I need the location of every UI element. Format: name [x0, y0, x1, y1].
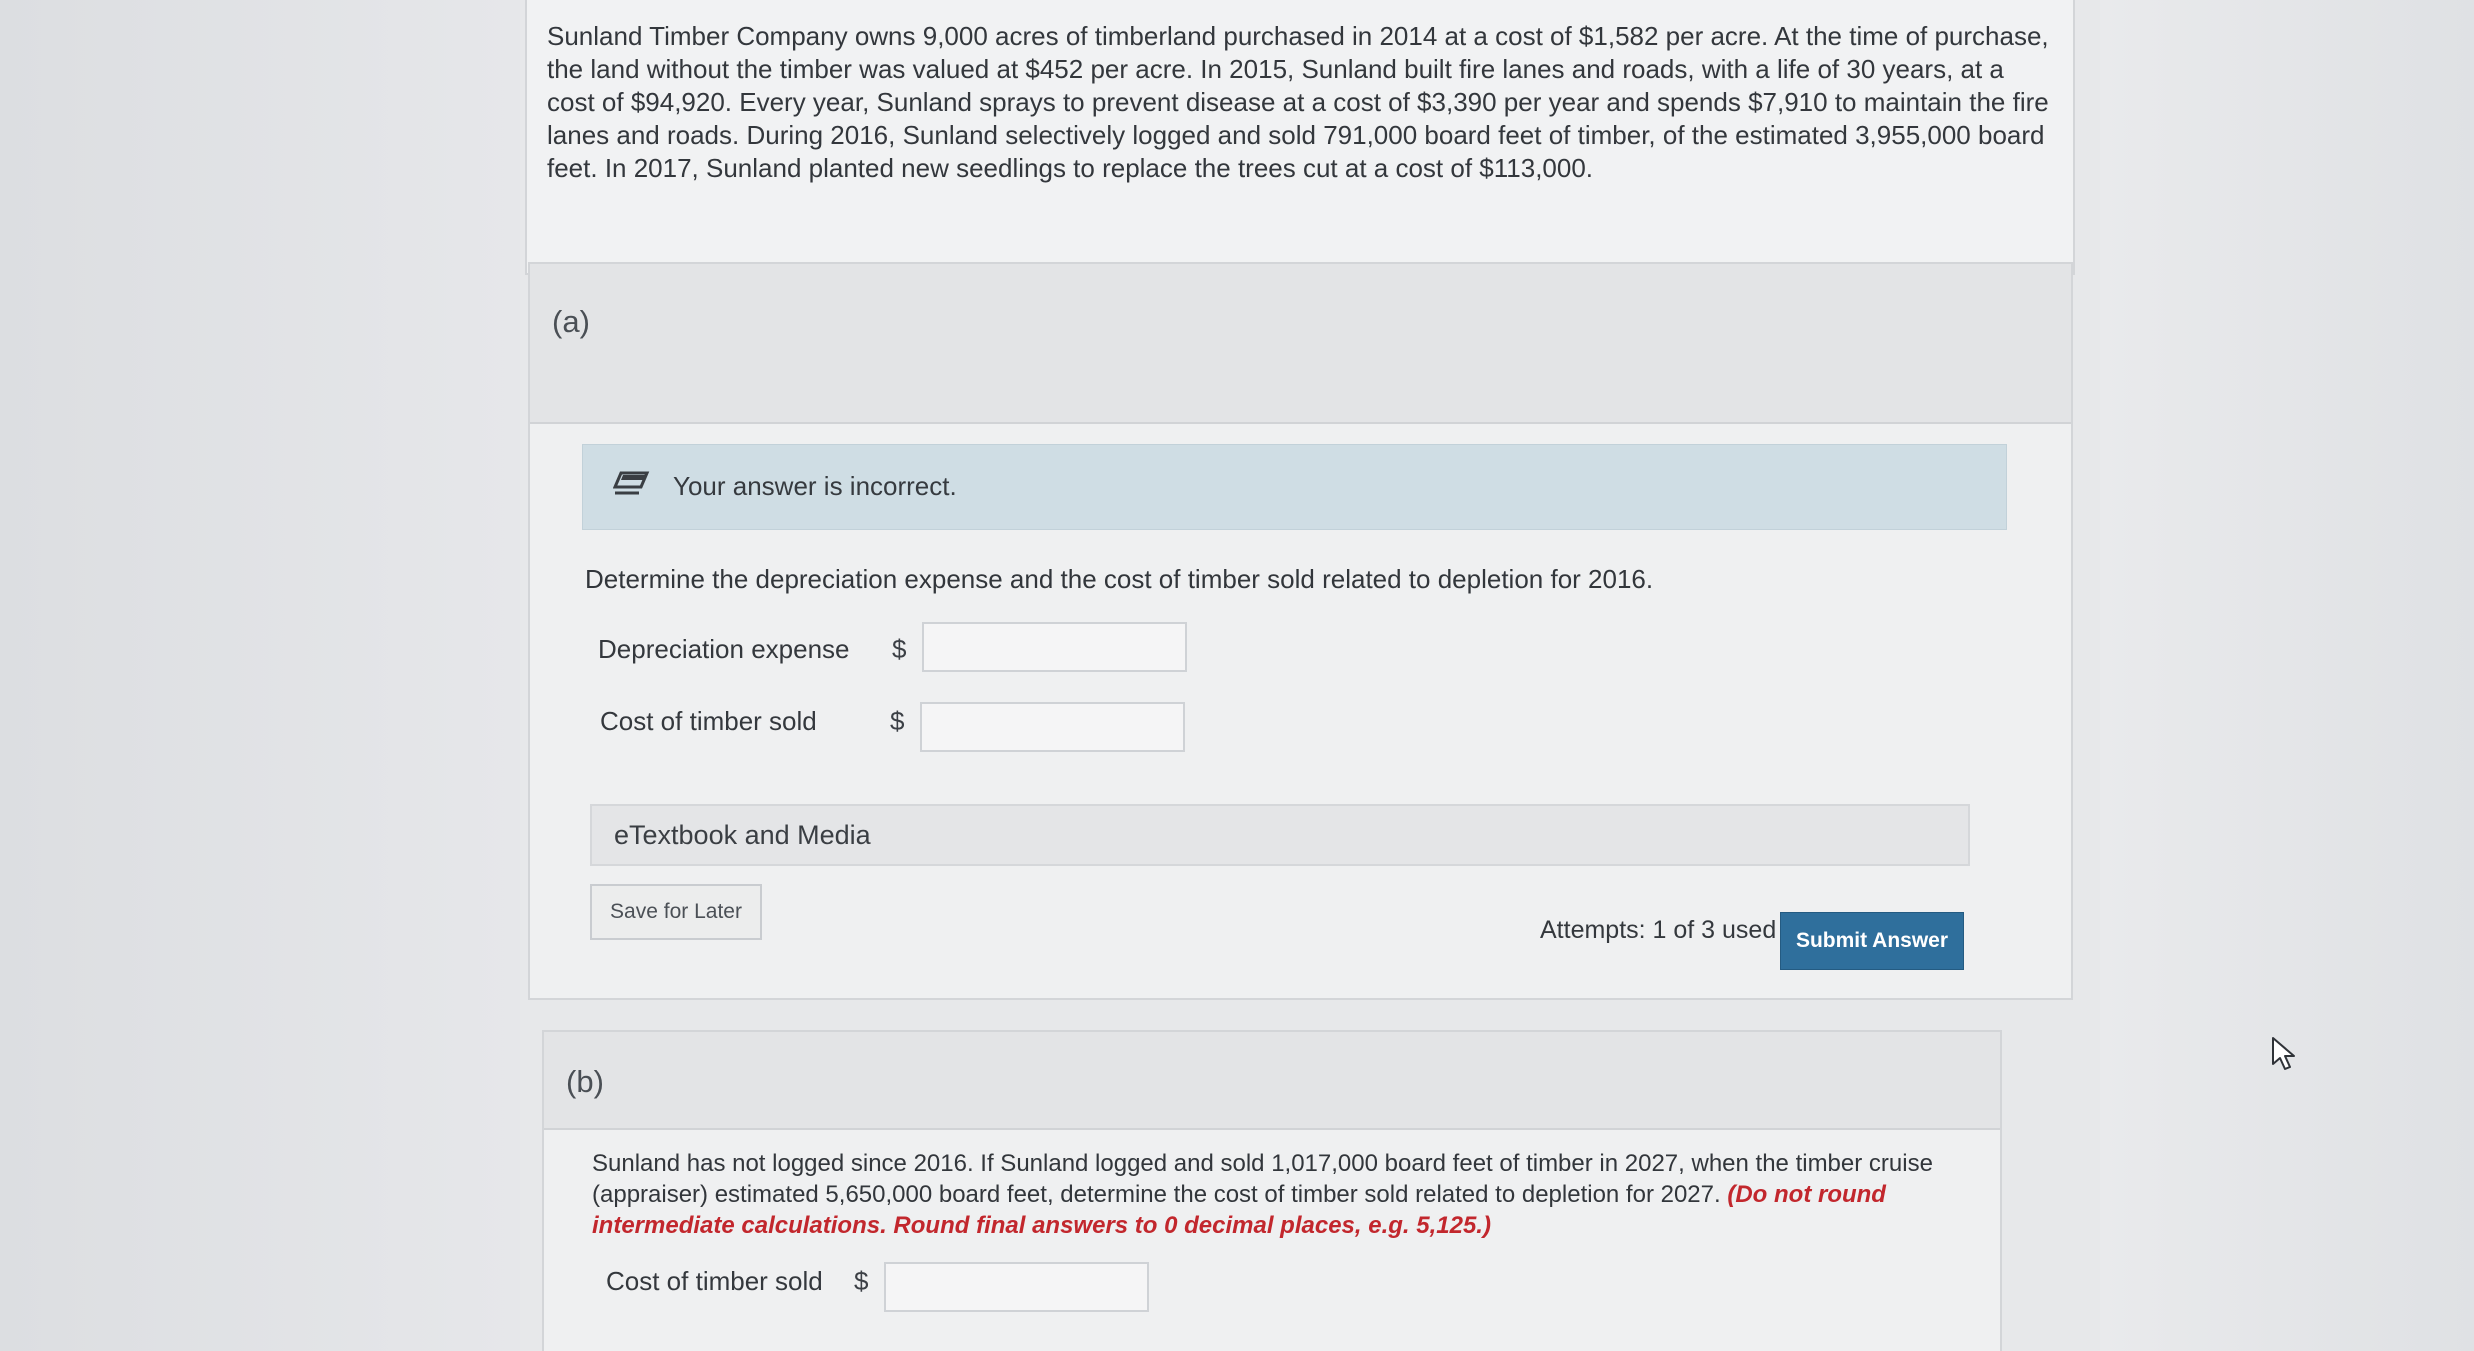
page-background-right — [2100, 0, 2474, 1351]
part-a-header: (a) — [530, 264, 2071, 424]
part-b-header: (b) — [544, 1032, 2000, 1130]
part-b-instruction: Sunland has not logged since 2016. If Su… — [592, 1148, 1972, 1241]
part-b-section: (b) Sunland has not logged since 2016. I… — [542, 1030, 2002, 1351]
depreciation-expense-input[interactable] — [922, 622, 1187, 672]
etextbook-label: eTextbook and Media — [614, 820, 871, 850]
etextbook-and-media-toggle[interactable]: eTextbook and Media — [590, 804, 1970, 866]
feedback-banner: Your answer is incorrect. — [582, 444, 2007, 530]
part-b-cost-of-timber-sold-input[interactable] — [884, 1262, 1149, 1312]
cost-of-timber-sold-input[interactable] — [920, 702, 1185, 752]
part-b-cost-of-timber-sold-label: Cost of timber sold — [606, 1266, 823, 1296]
pencil-icon — [612, 467, 651, 497]
problem-statement-text: Sunland Timber Company owns 9,000 acres … — [547, 21, 2049, 183]
submit-answer-button[interactable]: Submit Answer — [1780, 912, 1964, 970]
attempts-counter: Attempts: 1 of 3 used — [1540, 916, 1777, 944]
part-a-label: (a) — [552, 304, 590, 339]
cost-of-timber-sold-currency: $ — [890, 706, 905, 736]
feedback-message: Your answer is incorrect. — [673, 471, 957, 501]
cost-of-timber-sold-label: Cost of timber sold — [600, 706, 817, 736]
part-b-label: (b) — [566, 1064, 604, 1099]
depreciation-expense-label: Depreciation expense — [598, 634, 850, 664]
save-for-later-button[interactable]: Save for Later — [590, 884, 762, 940]
cursor-icon — [2270, 1036, 2298, 1072]
part-b-currency: $ — [854, 1266, 869, 1296]
part-a-instruction: Determine the depreciation expense and t… — [585, 564, 1654, 594]
part-a-section: (a) Your answer is incorrect. Determine … — [528, 262, 2073, 1000]
depreciation-expense-currency: $ — [892, 634, 907, 664]
page-background-left — [0, 0, 520, 1351]
problem-statement-panel: Sunland Timber Company owns 9,000 acres … — [525, 0, 2075, 275]
